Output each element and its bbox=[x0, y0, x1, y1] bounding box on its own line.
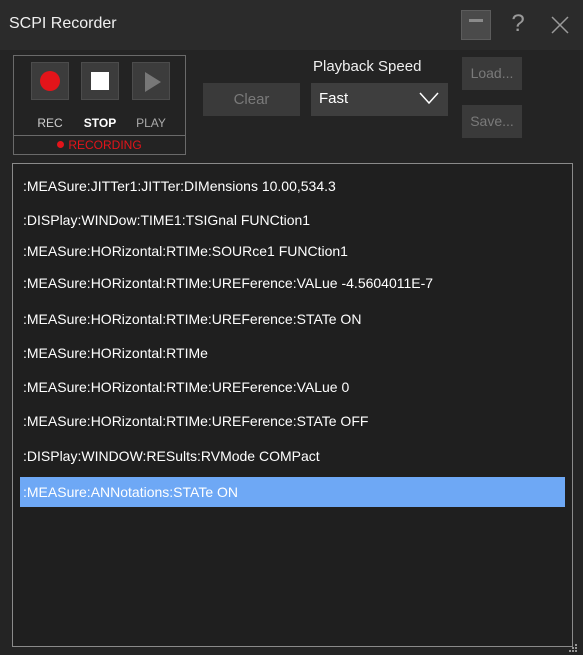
recording-indicator-icon bbox=[57, 141, 65, 149]
recording-status: RECORDING bbox=[14, 135, 185, 155]
list-item[interactable]: :MEASure:HORizontal:RTIMe:UREFerence:VAL… bbox=[20, 268, 565, 298]
title-bar: SCPI Recorder ? bbox=[0, 0, 583, 50]
load-button[interactable]: Load... bbox=[462, 57, 522, 90]
list-item[interactable]: :DISPlay:WINDOW:RESults:RVMode COMPact bbox=[20, 441, 565, 471]
command-list[interactable]: :MEASure:JITTer1:JITTer:DIMensions 10.00… bbox=[12, 163, 573, 647]
save-button[interactable]: Save... bbox=[462, 105, 522, 138]
stop-label: STOP bbox=[83, 116, 117, 130]
stop-icon bbox=[91, 72, 109, 90]
help-button[interactable]: ? bbox=[505, 8, 531, 40]
recording-status-label: RECORDING bbox=[68, 138, 142, 152]
recorder-controls: REC STOP PLAY RECORDING bbox=[13, 55, 186, 155]
list-item[interactable]: :DISPlay:WINDow:TIME1:TSIGnal FUNCtion1 bbox=[20, 205, 565, 235]
list-item[interactable]: :MEASure:HORizontal:RTIMe:UREFerence:STA… bbox=[20, 406, 565, 436]
list-item[interactable]: :MEASure:HORizontal:RTIMe:SOURce1 FUNCti… bbox=[20, 236, 565, 266]
chevron-down-icon bbox=[419, 92, 439, 105]
stop-button[interactable] bbox=[81, 62, 119, 100]
playback-speed-label: Playback Speed bbox=[313, 58, 422, 75]
playback-speed-value: Fast bbox=[319, 90, 349, 107]
record-label: REC bbox=[37, 116, 63, 130]
list-item-selected[interactable]: :MEASure:ANNotations:STATe ON bbox=[20, 477, 565, 507]
record-icon bbox=[40, 71, 60, 91]
play-button[interactable] bbox=[132, 62, 170, 100]
close-button[interactable] bbox=[548, 13, 572, 37]
list-item[interactable]: :MEASure:HORizontal:RTIMe:UREFerence:STA… bbox=[20, 304, 565, 334]
minimize-icon bbox=[469, 19, 483, 22]
list-item[interactable]: :MEASure:HORizontal:RTIMe:UREFerence:VAL… bbox=[20, 372, 565, 402]
resize-grip-icon[interactable] bbox=[566, 643, 578, 653]
window-title: SCPI Recorder bbox=[9, 15, 117, 32]
playback-speed-select[interactable]: Fast bbox=[311, 83, 448, 116]
clear-button[interactable]: Clear bbox=[203, 83, 300, 116]
list-item[interactable]: :MEASure:JITTer1:JITTer:DIMensions 10.00… bbox=[20, 171, 565, 201]
list-item[interactable]: :MEASure:HORizontal:RTIMe bbox=[20, 338, 565, 368]
play-icon bbox=[145, 72, 161, 92]
close-icon bbox=[551, 16, 569, 34]
minimize-button[interactable] bbox=[461, 10, 491, 40]
record-button[interactable] bbox=[31, 62, 69, 100]
play-label: PLAY bbox=[136, 116, 166, 130]
